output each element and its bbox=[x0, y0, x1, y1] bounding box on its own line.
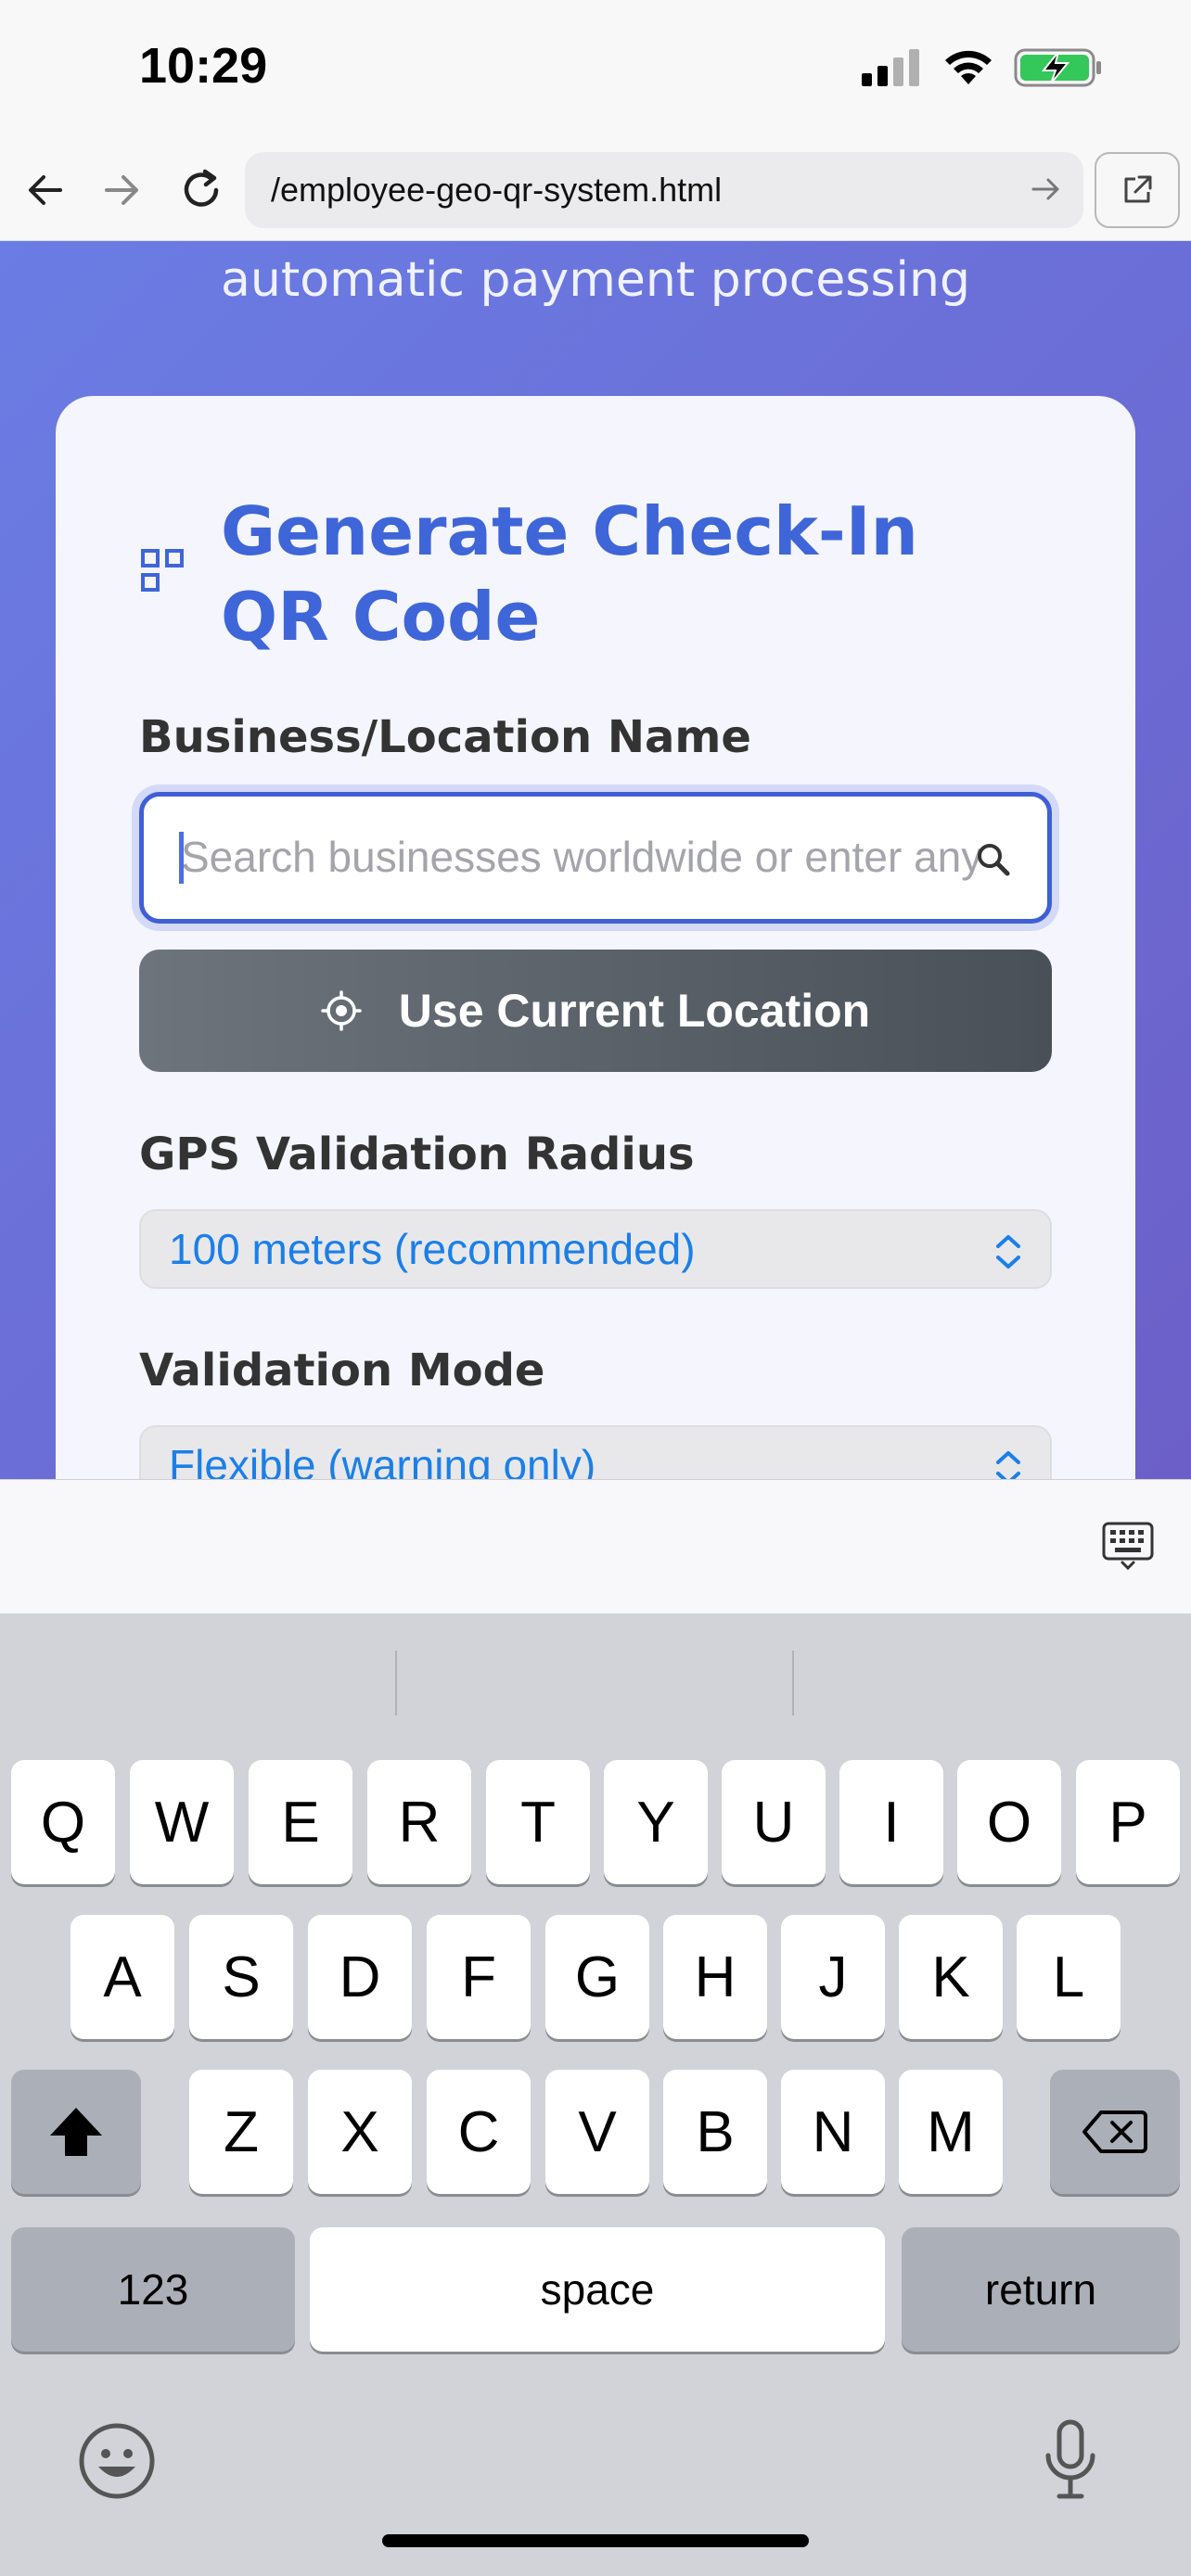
business-name-label: Business/Location Name bbox=[139, 711, 751, 763]
chevron-up-down-icon bbox=[996, 1235, 1020, 1269]
shift-key[interactable] bbox=[11, 2070, 141, 2194]
validation-mode-select[interactable]: Flexible (warning only) bbox=[139, 1425, 1052, 1479]
wifi-icon bbox=[945, 50, 992, 84]
key-z[interactable]: Z bbox=[189, 2070, 293, 2194]
forward-button[interactable] bbox=[89, 158, 154, 223]
key-h[interactable]: H bbox=[663, 1915, 767, 2039]
numbers-key[interactable]: 123 bbox=[11, 2227, 295, 2352]
business-search-input[interactable]: Search businesses worldwide or enter any bbox=[139, 792, 1052, 924]
key-j[interactable]: J bbox=[781, 1915, 885, 2039]
key-g[interactable]: G bbox=[545, 1915, 649, 2039]
reload-icon bbox=[184, 169, 219, 207]
chevron-up-down-icon bbox=[996, 1451, 1020, 1479]
search-placeholder: Search businesses worldwide or enter any bbox=[181, 833, 983, 881]
key-w[interactable]: W bbox=[130, 1760, 234, 1884]
on-screen-keyboard: Q W E R T Y U I O P A S D F G H J K L Z … bbox=[0, 1613, 1191, 2576]
browser-toolbar: /employee-geo-qr-system.html bbox=[0, 139, 1191, 241]
gps-radius-label: GPS Validation Radius bbox=[139, 1129, 695, 1180]
url-field[interactable]: /employee-geo-qr-system.html bbox=[245, 152, 1083, 228]
key-a[interactable]: A bbox=[70, 1915, 174, 2039]
key-q[interactable]: Q bbox=[11, 1760, 115, 1884]
status-time: 10:29 bbox=[139, 38, 268, 94]
emoji-icon[interactable] bbox=[78, 2422, 156, 2500]
key-o[interactable]: O bbox=[957, 1760, 1061, 1884]
return-key[interactable]: return bbox=[902, 2227, 1180, 2352]
back-button[interactable] bbox=[13, 158, 78, 223]
arrow-left-icon bbox=[29, 175, 62, 205]
key-i[interactable]: I bbox=[839, 1760, 943, 1884]
validation-mode-value: Flexible (warning only) bbox=[169, 1441, 596, 1479]
page-content: automatic payment processing Generate Ch… bbox=[0, 241, 1191, 1479]
key-v[interactable]: V bbox=[545, 2070, 649, 2194]
key-b[interactable]: B bbox=[663, 2070, 767, 2194]
key-x[interactable]: X bbox=[308, 2070, 412, 2194]
key-f[interactable]: F bbox=[427, 1915, 531, 2039]
key-s[interactable]: S bbox=[189, 1915, 293, 2039]
battery-charging-icon bbox=[1014, 48, 1101, 87]
key-r[interactable]: R bbox=[367, 1760, 471, 1884]
qr-code-icon bbox=[141, 549, 184, 592]
microphone-icon[interactable] bbox=[1043, 2418, 1098, 2502]
key-t[interactable]: T bbox=[486, 1760, 590, 1884]
backspace-icon bbox=[1082, 2111, 1147, 2153]
qr-generator-card: Generate Check-In QR Code Business/Locat… bbox=[56, 396, 1135, 1479]
use-current-location-button[interactable]: Use Current Location bbox=[139, 950, 1052, 1072]
key-n[interactable]: N bbox=[781, 2070, 885, 2194]
external-link-icon bbox=[1124, 175, 1152, 203]
reload-button[interactable] bbox=[169, 158, 234, 223]
url-text: /employee-geo-qr-system.html bbox=[271, 171, 723, 209]
key-k[interactable]: K bbox=[899, 1915, 1003, 2039]
key-y[interactable]: Y bbox=[604, 1760, 708, 1884]
status-icons bbox=[862, 46, 1103, 89]
cellular-signal-icon bbox=[862, 49, 919, 86]
gps-radius-select[interactable]: 100 meters (recommended) bbox=[139, 1209, 1052, 1289]
key-p[interactable]: P bbox=[1076, 1760, 1180, 1884]
keyboard-dismiss-icon[interactable] bbox=[1102, 1522, 1154, 1570]
key-u[interactable]: U bbox=[722, 1760, 826, 1884]
card-title: Generate Check-In QR Code bbox=[221, 492, 918, 656]
key-c[interactable]: C bbox=[427, 2070, 531, 2194]
search-icon bbox=[978, 844, 1010, 876]
space-key[interactable]: space bbox=[310, 2227, 885, 2352]
gps-radius-value: 100 meters (recommended) bbox=[169, 1225, 696, 1273]
status-bar: 10:29 bbox=[0, 0, 1191, 139]
validation-mode-label: Validation Mode bbox=[139, 1345, 545, 1396]
crosshair-icon bbox=[321, 990, 362, 1031]
key-d[interactable]: D bbox=[308, 1915, 412, 2039]
key-l[interactable]: L bbox=[1017, 1915, 1121, 2039]
backspace-key[interactable] bbox=[1050, 2070, 1180, 2194]
keyboard-accessory-bar bbox=[0, 1479, 1191, 1613]
home-indicator bbox=[382, 2534, 809, 2547]
prediction-divider bbox=[792, 1651, 794, 1715]
prediction-divider bbox=[395, 1651, 397, 1715]
shift-icon bbox=[50, 2108, 102, 2156]
key-m[interactable]: M bbox=[899, 2070, 1003, 2194]
page-subtitle: automatic payment processing bbox=[221, 252, 970, 308]
arrow-right-icon bbox=[105, 175, 138, 205]
open-external-button[interactable] bbox=[1095, 152, 1180, 228]
use-current-location-label: Use Current Location bbox=[398, 985, 871, 1037]
key-e[interactable]: E bbox=[249, 1760, 352, 1884]
go-arrow-icon[interactable] bbox=[1028, 171, 1065, 208]
text-cursor bbox=[179, 832, 184, 884]
